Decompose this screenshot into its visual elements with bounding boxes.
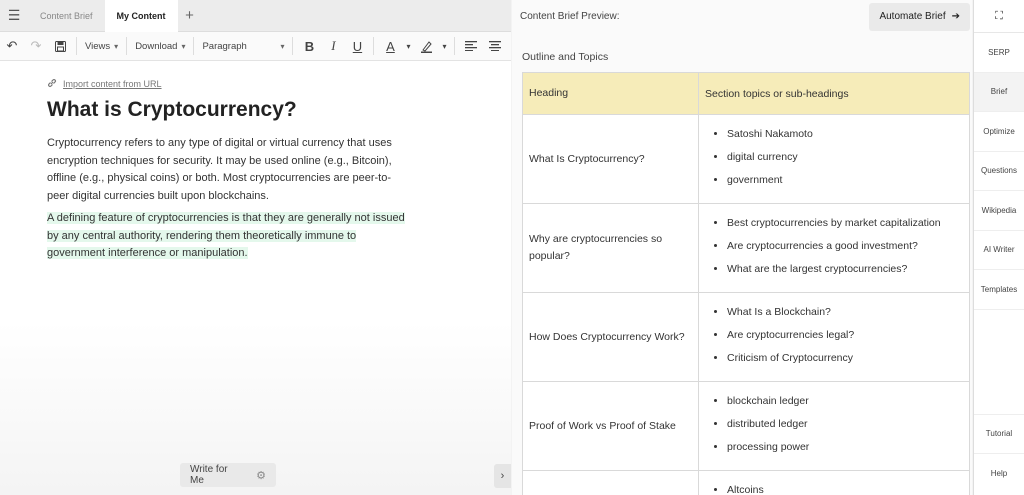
row-topics: Satoshi Nakamoto digital currency govern… [699,115,969,203]
link-icon [47,78,57,90]
outline-title: Outline and Topics [522,51,609,63]
article-paragraph[interactable]: Cryptocurrency refers to any type of dig… [47,135,412,205]
row-topics: Altcoins [699,471,969,495]
preview-header: Content Brief Preview: Automate Brief ➔ [512,0,972,33]
chevron-down-icon[interactable]: ▾ [402,32,414,61]
chevron-down-icon: ▾ [181,41,186,51]
paragraph-dropdown[interactable]: Paragraph ▾ [198,32,288,61]
rail-item-wikipedia[interactable]: Wikipedia [974,191,1024,231]
menu-icon[interactable]: ☰ [0,0,28,32]
table-row: How Does Cryptocurrency Work? What Is a … [523,293,969,382]
editor-canvas[interactable]: Import content from URL What is Cryptocu… [0,61,511,495]
text-color-icon[interactable]: A [378,32,402,61]
rail-item-ai-writer[interactable]: AI Writer [974,231,1024,270]
chevron-down-icon[interactable]: ▾ [438,32,450,61]
row-heading: How Does Cryptocurrency Work? [523,293,699,381]
topic-item: government [727,169,961,192]
write-for-me-button[interactable]: Write for Me ⚙ [180,463,276,487]
paragraph-label: Paragraph [202,40,247,52]
toolbar-divider [454,37,456,55]
row-heading: Proof of Work vs Proof of Stake [523,382,699,470]
align-center-icon[interactable] [483,32,507,61]
row-heading [523,471,699,495]
automate-brief-button[interactable]: Automate Brief ➔ [869,2,970,31]
editor-pane: ☰ Content Brief My Content + ↶ ↷ Views ▾ … [0,0,511,495]
write-for-me-label: Write for Me [190,464,228,486]
topic-item: Satoshi Nakamoto [727,123,961,146]
collapse-panel-button[interactable]: › [494,464,511,488]
import-link[interactable]: Import content from URL [47,78,162,90]
topic-item: Are cryptocurrencies legal? [727,324,961,347]
column-header-topics: Section topics or sub-headings [699,73,969,114]
rail-item-questions[interactable]: Questions [974,152,1024,191]
article-paragraph-highlighted[interactable]: A defining feature of cryptocurrencies i… [47,210,412,263]
tab-bar: ☰ Content Brief My Content + [0,0,511,32]
table-row: Why are cryptocurrencies so popular? Bes… [523,204,969,293]
views-label: Views [85,40,111,52]
import-link-label: Import content from URL [63,79,162,89]
toolbar-divider [126,37,128,55]
toolbar-divider [193,37,195,55]
app: ☰ Content Brief My Content + ↶ ↷ Views ▾ … [0,0,1024,495]
column-header-heading: Heading [523,73,699,114]
redo-icon[interactable]: ↷ [24,32,48,61]
align-left-icon[interactable] [459,32,483,61]
arrow-right-icon: ➔ [951,11,960,22]
table-row: Proof of Work vs Proof of Stake blockcha… [523,382,969,471]
row-topics: Best cryptocurrencies by market capitali… [699,204,969,292]
topic-item: Are cryptocurrencies a good investment? [727,235,961,258]
topic-item: Best cryptocurrencies by market capitali… [727,212,961,235]
rail-item-optimize[interactable]: Optimize [974,112,1024,152]
table-row: What Is Cryptocurrency? Satoshi Nakamoto… [523,115,969,204]
gear-icon[interactable]: ⚙ [256,469,266,482]
rail-item-templates[interactable]: Templates [974,270,1024,310]
article-heading[interactable]: What is Cryptocurrency? [47,98,297,122]
rail-item-brief[interactable]: Brief [974,72,1024,112]
italic-icon[interactable]: I [321,32,345,61]
chevron-down-icon: ▾ [280,41,285,51]
download-label: Download [135,40,178,52]
topic-item: What Is a Blockchain? [727,301,961,324]
highlighted-text: A defining feature of cryptocurrencies i… [47,212,405,259]
row-heading: Why are cryptocurrencies so popular? [523,204,699,292]
row-heading: What Is Cryptocurrency? [523,115,699,203]
rail-item-help[interactable]: Help [974,454,1024,494]
download-dropdown[interactable]: Download ▾ [131,32,189,61]
row-topics: blockchain ledger distributed ledger pro… [699,382,969,470]
right-rail: ⛶ SERP Brief Optimize Questions Wikipedi… [973,0,1024,495]
chevron-down-icon: ▾ [114,41,119,51]
tab-my-content[interactable]: My Content [104,0,178,32]
brief-preview-pane: Content Brief Preview: Automate Brief ➔ … [512,0,972,495]
rail-item-tutorial[interactable]: Tutorial [974,415,1024,454]
expand-icon[interactable]: ⛶ [974,0,1024,33]
table-header-row: Heading Section topics or sub-headings [523,73,969,115]
topic-item: digital currency [727,146,961,169]
topic-item: What are the largest cryptocurrencies? [727,258,961,281]
tab-content-brief[interactable]: Content Brief [28,0,105,32]
undo-icon[interactable]: ↶ [0,32,24,61]
outline-table: Heading Section topics or sub-headings W… [522,72,970,495]
table-row: Altcoins [523,471,969,495]
chevron-right-icon: › [500,470,505,482]
topic-item: processing power [727,436,961,459]
save-icon[interactable] [48,32,72,61]
preview-title: Content Brief Preview: [520,11,620,22]
toolbar-divider [292,37,294,55]
toolbar-divider [76,37,77,55]
row-topics: What Is a Blockchain? Are cryptocurrenci… [699,293,969,381]
plus-icon[interactable]: + [178,0,202,32]
topic-item: blockchain ledger [727,390,961,413]
topic-item: Criticism of Cryptocurrency [727,347,961,370]
rail-spacer [974,310,1024,415]
topic-item: Altcoins [727,479,961,495]
views-dropdown[interactable]: Views ▾ [81,32,122,61]
automate-brief-label: Automate Brief [879,11,946,22]
highlight-icon[interactable] [414,32,438,61]
topic-item: distributed ledger [727,413,961,436]
editor-toolbar: ↶ ↷ Views ▾ Download ▾ Paragraph ▾ B I U A … [0,32,511,61]
toolbar-divider [373,37,375,55]
underline-icon[interactable]: U [345,32,369,61]
bold-icon[interactable]: B [297,32,321,61]
rail-item-serp[interactable]: SERP [974,33,1024,73]
